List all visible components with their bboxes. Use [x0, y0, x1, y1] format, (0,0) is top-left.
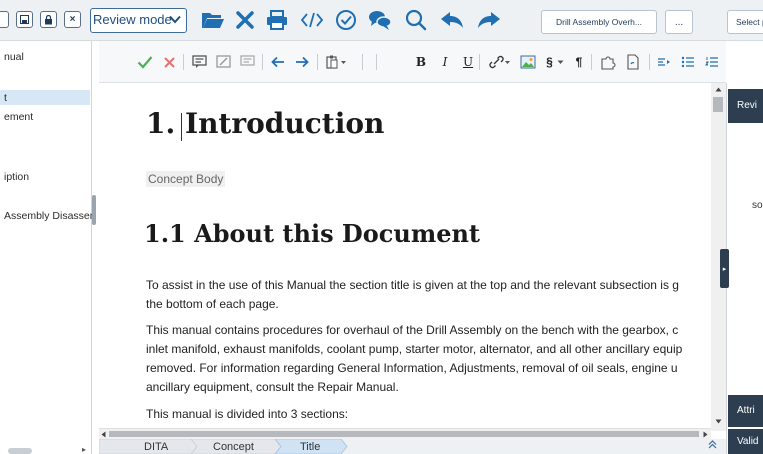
scroll-right-icon[interactable]: ▸	[82, 445, 86, 454]
puzzle-icon[interactable]	[599, 54, 617, 70]
comments-icon[interactable]	[367, 8, 393, 32]
toolbar-separator	[479, 54, 480, 70]
panel-text-fragment: so	[752, 200, 763, 211]
comment-list-icon[interactable]	[239, 54, 255, 70]
horizontal-scrollbar[interactable]	[99, 428, 711, 439]
scroll-left-icon[interactable]	[101, 431, 106, 438]
bullet-list-icon[interactable]	[680, 54, 696, 70]
review-mode-dropdown[interactable]: Review mode	[90, 8, 187, 33]
toolbar-separator	[362, 54, 363, 70]
select-button[interactable]: Select p	[727, 10, 763, 34]
paragraph-line[interactable]: ancillary equipment, consult the Repair …	[146, 378, 399, 397]
breadcrumb-item[interactable]: DITA	[144, 439, 168, 454]
toolbar-separator	[183, 54, 184, 70]
toolbar-separator	[376, 54, 377, 70]
paragraph-line[interactable]: removed. For information regarding Gener…	[146, 359, 678, 378]
code-view-icon[interactable]	[299, 8, 325, 32]
close-icon[interactable]	[233, 8, 257, 32]
left-horizontal-scrollbar[interactable]	[8, 448, 32, 454]
underline-button[interactable]: U	[462, 54, 474, 70]
expand-up-icon[interactable]	[708, 440, 717, 451]
open-folder-icon[interactable]	[200, 8, 226, 32]
concept-body-placeholder[interactable]: Concept Body	[146, 171, 226, 187]
top-toolbar: × Review mode Drill Assembly Overh... ..…	[0, 0, 763, 41]
paste-dropdown-icon[interactable]	[324, 54, 350, 70]
document-tree-panel: nual t ement iption Assembly Disassen ▸	[0, 41, 96, 454]
left-edge-button[interactable]	[0, 11, 9, 28]
validate-check-icon[interactable]	[334, 8, 358, 32]
paragraph-line[interactable]: This manual contains procedures for over…	[146, 321, 678, 340]
paragraph-line[interactable]: This manual is divided into 3 sections:	[146, 405, 348, 424]
tree-item-selected[interactable]	[0, 90, 90, 105]
chevron-down-icon	[557, 60, 564, 64]
accept-change-icon[interactable]	[137, 54, 153, 70]
lock-icon[interactable]	[40, 11, 57, 28]
validation-panel-header[interactable]: Valid	[728, 429, 763, 454]
review-mode-label: Review mode	[93, 12, 172, 27]
format-toolbar: B I U § ¶	[99, 41, 726, 83]
search-icon[interactable]	[404, 8, 428, 32]
breadcrumb-item-current[interactable]: Title	[300, 439, 320, 454]
attributes-panel-header[interactable]: Attri	[728, 395, 763, 427]
paragraph-line[interactable]: inlet manifold, exhaust manifolds, coola…	[146, 340, 682, 359]
italic-button[interactable]: I	[439, 54, 451, 70]
section-icon: §	[546, 55, 553, 69]
insert-image-icon[interactable]	[519, 54, 537, 70]
tree-item[interactable]: t	[4, 92, 7, 104]
numbered-list-icon[interactable]	[704, 54, 720, 70]
reject-change-icon[interactable]	[162, 54, 176, 70]
subsection-title[interactable]: 1.1 About this Document	[144, 219, 480, 248]
breadcrumb-item[interactable]: Concept	[213, 439, 254, 454]
link-icon[interactable]	[486, 54, 512, 70]
review-panel-header[interactable]: Revi	[728, 89, 763, 123]
toolbar-separator	[262, 54, 263, 70]
edit-comment-icon[interactable]	[215, 54, 231, 70]
scroll-up-icon[interactable]	[715, 87, 722, 92]
tree-item[interactable]: iption	[4, 171, 29, 183]
section-dropdown[interactable]: §	[544, 54, 566, 70]
tree-item[interactable]: nual	[4, 51, 24, 63]
add-comment-icon[interactable]	[191, 54, 207, 70]
chevron-down-icon	[169, 15, 181, 24]
tree-item[interactable]: Assembly Disassen	[4, 210, 96, 222]
tree-item[interactable]: ement	[4, 111, 33, 123]
toolbar-separator	[317, 54, 318, 70]
toolbar-separator	[591, 54, 592, 70]
close-icon: ×	[69, 14, 76, 25]
panel-resize-handle[interactable]	[92, 195, 96, 225]
reply-icon[interactable]	[439, 8, 465, 32]
more-options-button[interactable]: ...	[665, 10, 693, 34]
scrollbar-thumb[interactable]	[713, 97, 723, 112]
insert-reference-icon[interactable]	[625, 54, 641, 70]
undo-arrow-icon[interactable]	[270, 54, 286, 70]
document-editor[interactable]: 1. Introduction Concept Body 1.1 About t…	[99, 83, 711, 431]
collapse-panel-button[interactable]: ▸	[720, 249, 729, 288]
paragraph-line[interactable]: To assist in the use of this Manual the …	[146, 276, 679, 295]
indent-list-icon[interactable]	[656, 54, 672, 70]
toolbar-separator	[649, 54, 650, 70]
paragraph-line[interactable]: the bottom of each page.	[146, 295, 279, 314]
document-tab[interactable]: Drill Assembly Overh...	[541, 10, 657, 34]
forward-icon[interactable]	[476, 8, 502, 32]
scrollbar-thumb[interactable]	[109, 431, 699, 437]
paragraph-icon[interactable]: ¶	[573, 54, 585, 70]
print-icon[interactable]	[265, 8, 289, 32]
text-cursor	[181, 113, 182, 141]
close-document-button[interactable]: ×	[64, 11, 81, 28]
scroll-down-icon[interactable]	[715, 419, 722, 424]
redo-arrow-icon[interactable]	[294, 54, 310, 70]
bold-button[interactable]: B	[415, 54, 427, 70]
scroll-right-icon[interactable]	[703, 431, 708, 438]
breadcrumb: DITA Concept Title	[99, 439, 726, 454]
review-side-panel: Revi . so ▸ Attri Valid	[720, 83, 763, 454]
save-icon[interactable]	[16, 11, 33, 28]
